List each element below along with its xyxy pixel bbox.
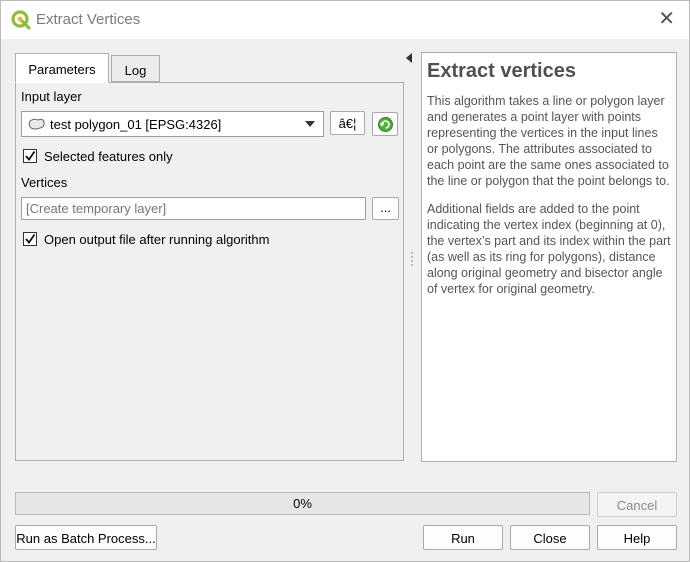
close-window-icon[interactable]: ✕ (658, 9, 675, 29)
help-paragraph-2: Additional fields are added to the point… (427, 202, 671, 296)
vertices-output-field[interactable] (21, 197, 366, 220)
selected-features-checkbox[interactable] (23, 149, 37, 163)
chevron-down-icon (305, 121, 315, 127)
title-bar: Extract Vertices ✕ (1, 1, 689, 39)
help-paragraph-1: This algorithm takes a line or polygon l… (427, 94, 670, 188)
parameters-panel: Input layer test polygon_01 [EPSG:4326] … (15, 82, 404, 461)
help-panel: Extract vertices This algorithm takes a … (421, 52, 677, 462)
help-button[interactable]: Help (597, 525, 677, 550)
vertices-output-input[interactable] (22, 198, 365, 219)
tab-log[interactable]: Log (111, 55, 160, 82)
tab-parameters[interactable]: Parameters (15, 53, 109, 83)
collapse-help-icon[interactable] (406, 53, 412, 63)
help-title: Extract vertices (427, 60, 576, 82)
cancel-button[interactable]: Cancel (597, 492, 677, 517)
run-batch-button[interactable]: Run as Batch Process... (15, 525, 157, 550)
vertices-label: Vertices (21, 175, 68, 190)
dialog-window: Extract Vertices ✕ Parameters Log Input … (0, 0, 690, 562)
close-button[interactable]: Close (510, 525, 590, 550)
run-button[interactable]: Run (423, 525, 503, 550)
progress-text: 0% (293, 496, 312, 511)
input-layer-combo[interactable]: test polygon_01 [EPSG:4326] (21, 111, 324, 137)
window-title: Extract Vertices (36, 11, 141, 28)
refresh-icon (377, 116, 394, 136)
polygon-layer-icon (28, 118, 46, 130)
iterate-button[interactable] (372, 112, 398, 136)
layer-options-button[interactable]: â€¦ (330, 111, 365, 135)
vertices-browse-button[interactable]: ... (372, 197, 399, 220)
open-output-label: Open output file after running algorithm (44, 232, 270, 247)
splitter-handle[interactable] (411, 251, 413, 269)
qgis-logo-icon (11, 10, 31, 30)
selected-features-label: Selected features only (44, 149, 173, 164)
input-layer-value: test polygon_01 [EPSG:4326] (50, 117, 222, 132)
open-output-checkbox[interactable] (23, 232, 37, 246)
input-layer-label: Input layer (21, 89, 82, 104)
progress-bar: 0% (15, 492, 590, 515)
